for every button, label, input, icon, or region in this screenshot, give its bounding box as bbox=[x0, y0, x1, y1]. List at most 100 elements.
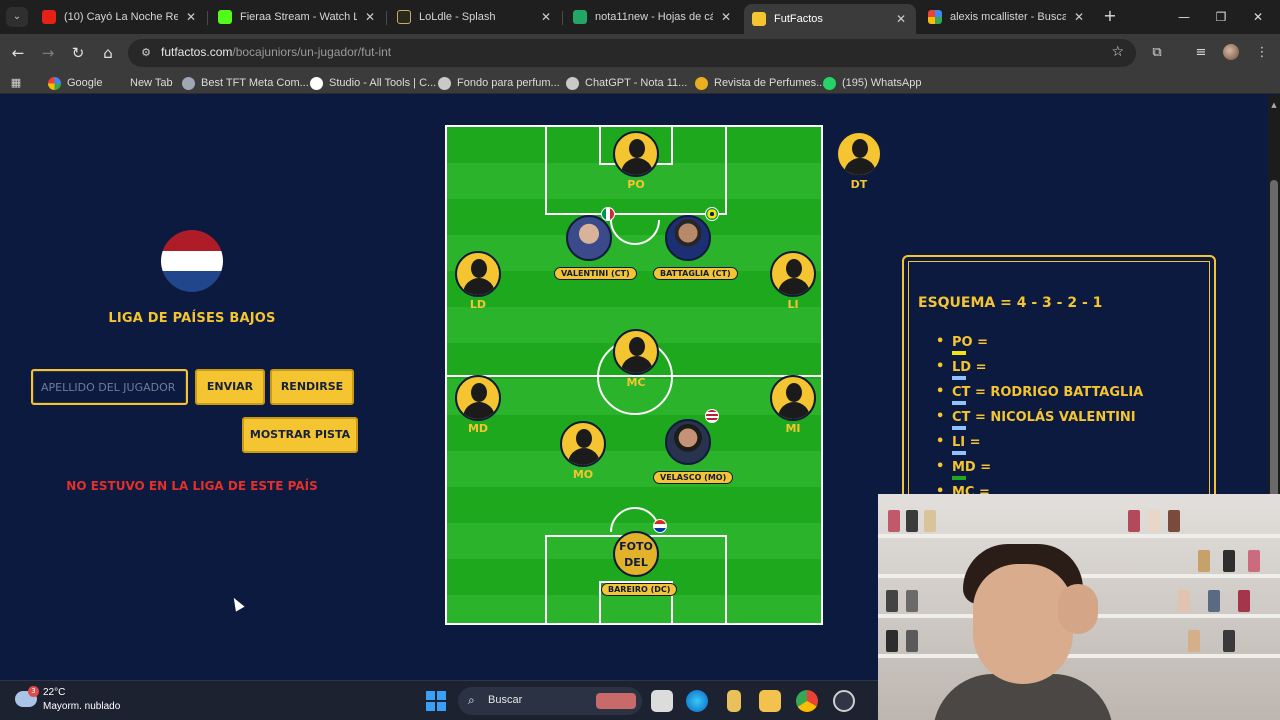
bookmarks-bar: ▦ Google New Tab Best TFT Meta Com... St… bbox=[0, 72, 1280, 94]
tab-futfactos[interactable]: FutFactos ✕ bbox=[744, 4, 916, 34]
taskbar-search[interactable]: ⌕ Buscar bbox=[458, 687, 642, 715]
player-silhouette-icon bbox=[613, 329, 659, 375]
reload-button[interactable]: ↻ bbox=[68, 43, 88, 63]
media-controls-icon[interactable]: ≡ bbox=[1192, 44, 1210, 62]
close-icon[interactable]: ✕ bbox=[894, 12, 908, 26]
player-mi[interactable]: MI bbox=[765, 375, 821, 435]
player-photo bbox=[566, 215, 612, 261]
tab-search-button[interactable]: ⌄ bbox=[6, 7, 28, 27]
scheme-row: CT = NICOLÁS VALENTINI bbox=[936, 409, 1143, 435]
league-title: LIGA DE PAÍSES BAJOS bbox=[108, 311, 276, 326]
player-photo-placeholder: FOTO DEL bbox=[613, 531, 659, 577]
window-close-button[interactable]: ✕ bbox=[1240, 7, 1276, 27]
loldle-icon bbox=[397, 10, 411, 24]
edge-icon[interactable] bbox=[686, 690, 708, 712]
maximize-button[interactable]: ❐ bbox=[1203, 7, 1239, 27]
surname-input[interactable] bbox=[31, 369, 188, 405]
player-photo bbox=[665, 215, 711, 261]
notification-badge: 3 bbox=[28, 686, 39, 697]
tab-title: nota11new - Hojas de cálc bbox=[595, 11, 713, 23]
task-view-icon[interactable] bbox=[651, 690, 673, 712]
close-icon[interactable]: ✕ bbox=[184, 10, 198, 24]
address-bar[interactable]: ⚙ futfactos.com/bocajuniors/un-jugador/f… bbox=[128, 39, 1136, 67]
app-icon[interactable] bbox=[727, 690, 741, 712]
tab-title: FutFactos bbox=[774, 13, 823, 25]
tab-title: (10) Cayó La Noche Remix bbox=[64, 11, 178, 23]
player-bareiro[interactable]: FOTO DEL BAREIRO (DC) bbox=[601, 531, 678, 596]
player-mc[interactable]: MC bbox=[608, 329, 664, 389]
tab-sheets[interactable]: nota11new - Hojas de cálc ✕ bbox=[565, 4, 741, 30]
hint-button[interactable]: MOSTRAR PISTA bbox=[242, 417, 358, 453]
streamer-figure bbox=[933, 544, 1113, 720]
home-button[interactable]: ⌂ bbox=[98, 43, 118, 63]
back-button[interactable]: ← bbox=[8, 43, 28, 63]
new-tab-button[interactable]: + bbox=[1100, 6, 1120, 26]
app-icon[interactable] bbox=[833, 690, 855, 712]
scroll-up-icon[interactable]: ▲ bbox=[1269, 100, 1279, 110]
bookmark-new-tab[interactable]: New Tab bbox=[130, 75, 173, 91]
revista-icon bbox=[695, 76, 708, 90]
search-highlight-icon bbox=[596, 693, 636, 709]
kick-icon bbox=[218, 10, 232, 24]
tab-fieraa[interactable]: Fieraa Stream - Watch Live ✕ bbox=[210, 4, 385, 30]
close-icon[interactable]: ✕ bbox=[719, 10, 733, 24]
error-message: NO ESTUVO EN LA LIGA DE ESTE PAÍS bbox=[66, 479, 318, 493]
futfactos-icon bbox=[752, 12, 766, 26]
netherlands-flag-icon bbox=[159, 228, 225, 294]
profile-avatar[interactable] bbox=[1223, 44, 1239, 60]
tab-strip: ⌄ (10) Cayó La Noche Remix ✕ Fieraa Stre… bbox=[0, 0, 1280, 34]
scheme-list: PO = LD = CT = RODRIGO BATTAGLIA CT = NI… bbox=[936, 334, 1143, 510]
scheme-row: MD = bbox=[936, 459, 1143, 485]
player-valentini[interactable]: VALENTINI (CT) bbox=[554, 215, 637, 280]
tab-title: Fieraa Stream - Watch Live bbox=[240, 11, 357, 23]
close-icon[interactable]: ✕ bbox=[1072, 10, 1086, 24]
bookmark-tft[interactable]: Best TFT Meta Com... bbox=[182, 75, 309, 91]
bookmark-whatsapp[interactable]: (195) WhatsApp bbox=[823, 75, 921, 91]
tab-youtube[interactable]: (10) Cayó La Noche Remix ✕ bbox=[34, 4, 206, 30]
submit-button[interactable]: ENVIAR bbox=[195, 369, 265, 405]
chrome-icon[interactable] bbox=[796, 690, 818, 712]
player-li[interactable]: LI bbox=[765, 251, 821, 311]
player-md[interactable]: MD bbox=[450, 375, 506, 435]
bookmark-google[interactable]: Google bbox=[48, 75, 102, 91]
studio-icon bbox=[310, 76, 323, 90]
player-silhouette-icon bbox=[455, 251, 501, 297]
bookmark-studio[interactable]: Studio - All Tools | C... bbox=[310, 75, 436, 91]
player-mo[interactable]: MO bbox=[555, 421, 611, 481]
bookmark-fondo[interactable]: Fondo para perfum... bbox=[438, 75, 560, 91]
google-icon bbox=[48, 76, 61, 90]
player-battaglia[interactable]: BATTAGLIA (CT) bbox=[653, 215, 738, 280]
player-po[interactable]: PO bbox=[608, 131, 664, 191]
whatsapp-icon bbox=[823, 76, 836, 90]
forward-button[interactable]: → bbox=[38, 43, 58, 63]
windows-start-icon[interactable] bbox=[426, 691, 446, 711]
search-icon: ⌕ bbox=[468, 693, 475, 707]
player-silhouette-icon bbox=[770, 375, 816, 421]
tab-loldle[interactable]: LoLdle - Splash ✕ bbox=[389, 4, 561, 30]
minimize-button[interactable]: — bbox=[1166, 7, 1202, 27]
apps-grid-icon[interactable]: ▦ bbox=[9, 76, 23, 90]
bookmark-chatgpt[interactable]: ChatGPT - Nota 11... bbox=[566, 75, 687, 91]
close-icon[interactable]: ✕ bbox=[363, 10, 377, 24]
site-info-icon[interactable]: ⚙ bbox=[138, 45, 154, 61]
football-pitch: PO VALENTINI (CT) BATTAGLIA (CT) LD LI M… bbox=[445, 125, 823, 625]
file-explorer-icon[interactable] bbox=[759, 690, 781, 712]
chatgpt-icon bbox=[566, 76, 579, 90]
give-up-button[interactable]: RENDIRSE bbox=[270, 369, 354, 405]
player-photo bbox=[665, 419, 711, 465]
menu-icon[interactable]: ⋮ bbox=[1253, 44, 1271, 62]
weather-temperature[interactable]: 22°C bbox=[43, 687, 65, 698]
close-icon[interactable]: ✕ bbox=[539, 10, 553, 24]
webcam-overlay bbox=[878, 494, 1280, 720]
url-text: futfactos.com/bocajuniors/un-jugador/fut… bbox=[161, 45, 392, 59]
player-silhouette-icon bbox=[560, 421, 606, 467]
tab-google-search[interactable]: alexis mcallister - Buscar c ✕ bbox=[920, 4, 1094, 30]
youtube-icon bbox=[42, 10, 56, 24]
weather-description[interactable]: Mayorm. nublado bbox=[43, 701, 120, 712]
bookmark-revista[interactable]: Revista de Perfumes... bbox=[695, 75, 825, 91]
extensions-icon[interactable]: ⧉ bbox=[1148, 44, 1166, 62]
coach-dt[interactable]: DT bbox=[831, 131, 887, 191]
player-velasco[interactable]: VELASCO (MO) bbox=[653, 419, 734, 484]
player-ld[interactable]: LD bbox=[450, 251, 506, 311]
bookmark-star-icon[interactable]: ☆ bbox=[1111, 44, 1124, 60]
